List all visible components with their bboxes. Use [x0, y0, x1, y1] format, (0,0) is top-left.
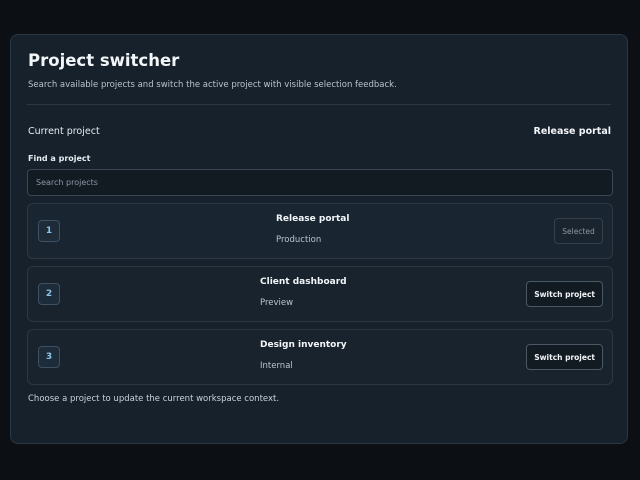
current-project-label: Current project [28, 126, 100, 137]
project-name: Design inventory [260, 340, 347, 350]
header-divider [27, 104, 611, 105]
search-label: Find a project [28, 154, 91, 163]
project-switcher-panel: Project switcher Search available projec… [10, 34, 628, 444]
project-environment: Production [276, 235, 322, 245]
switch-project-button[interactable]: Switch project [526, 281, 603, 307]
current-project-value: Release portal [533, 126, 612, 137]
project-index-badge: 3 [38, 346, 60, 368]
project-index-badge: 1 [38, 220, 60, 242]
project-row-client-dashboard[interactable]: 2 Client dashboard Preview Switch projec… [27, 266, 613, 322]
project-environment: Internal [260, 361, 293, 371]
project-info: Design inventory Internal [260, 340, 347, 371]
search-input[interactable] [27, 169, 613, 196]
project-info: Release portal Production [276, 214, 349, 245]
page-subtitle: Search available projects and switch the… [28, 80, 397, 90]
project-name: Release portal [276, 214, 350, 224]
project-list: 1 Release portal Production Selected 2 C… [27, 203, 613, 392]
project-info: Client dashboard Preview [260, 277, 347, 308]
project-row-release-portal[interactable]: 1 Release portal Production Selected [27, 203, 613, 259]
project-name: Client dashboard [260, 277, 347, 287]
switch-project-button[interactable]: Switch project [526, 344, 603, 370]
project-index-badge: 2 [38, 283, 60, 305]
project-row-design-inventory[interactable]: 3 Design inventory Internal Switch proje… [27, 329, 613, 385]
selected-button[interactable]: Selected [554, 218, 603, 244]
footer-note: Choose a project to update the current w… [28, 394, 280, 404]
project-environment: Preview [260, 298, 294, 308]
page-title: Project switcher [28, 51, 180, 70]
